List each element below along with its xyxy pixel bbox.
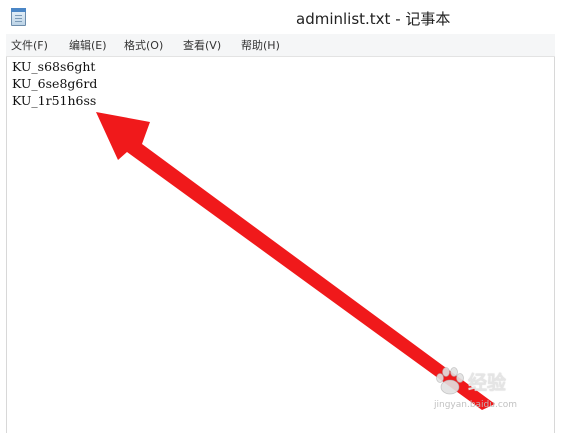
baidu-jingyan-watermark: 经验 jingyan.baidu.com bbox=[432, 360, 557, 420]
watermark-url: jingyan.baidu.com bbox=[434, 400, 518, 410]
paw-logo-icon bbox=[436, 367, 464, 395]
notepad-window: adminlist.txt - 记事本 文件(F) 编辑(E) 格式(O) 查看… bbox=[0, 0, 561, 433]
watermark-logo-text: 经验 bbox=[468, 372, 507, 394]
